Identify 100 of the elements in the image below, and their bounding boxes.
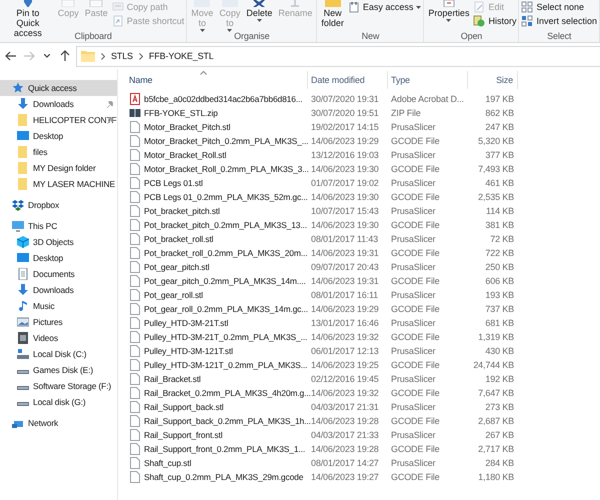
file-name[interactable]: Rail_Support_back.stl — [144, 402, 224, 412]
size-cell: 862 KB — [485, 108, 514, 118]
column-header[interactable]: Size — [468, 71, 518, 89]
size-cell: 2,535 KB — [478, 192, 514, 202]
date-cell: 04/03/2017 21:31 — [311, 402, 379, 412]
size-cell: 24,744 KB — [473, 360, 514, 370]
date-cell: 14/06/2023 19:30 — [311, 192, 379, 202]
date-cell: 08/01/2017 14:27 — [311, 458, 379, 468]
sidebar-item[interactable]: Local disk (G:) — [0, 394, 117, 410]
forward-icon — [23, 51, 35, 61]
size-cell: 5,320 KB — [478, 136, 514, 146]
clipboard-icon — [88, 0, 104, 7]
file-name[interactable]: Motor_Bracket_Roll.stl — [144, 150, 226, 160]
file-icon — [129, 429, 141, 441]
computer-icon — [12, 220, 24, 232]
column-header[interactable]: Type — [388, 71, 468, 89]
file-name[interactable]: PCB Legs 01.stl — [144, 178, 203, 188]
file-name[interactable]: FFB-YOKE_STL.zip — [144, 108, 218, 118]
file-name[interactable]: Pot_bracket_pitch.stl — [144, 206, 220, 216]
sidebar-item[interactable]: Games Disk (E:) — [0, 362, 117, 378]
file-name[interactable]: b5fcbe_a0c02ddbed314ac2b6a7bb6d816... — [144, 94, 302, 104]
file-name[interactable]: Pulley_HTD-3M-21T_0.2mm_PLA_MK3S_... — [144, 332, 308, 342]
file-name[interactable]: Pulley_HTD-3M-121T_0.2mm_PLA_MK3S... — [144, 360, 308, 370]
file-name[interactable]: Pot_bracket_roll_0.2mm_PLA_MK3S_20m... — [144, 248, 308, 258]
folder-icon — [17, 146, 29, 158]
ribbon-button[interactable]: History — [473, 15, 516, 27]
folder-icon — [17, 114, 29, 126]
sidebar-item[interactable]: Software Storage (F:) — [0, 378, 117, 394]
star-icon — [12, 82, 24, 94]
group-label: Open — [460, 31, 482, 41]
breadcrumb-item[interactable]: STLS — [111, 51, 133, 61]
size-cell: 192 KB — [485, 374, 514, 384]
address-bar[interactable]: STLS FFB-YOKE_STL — [76, 46, 600, 66]
size-cell: 1,180 KB — [478, 472, 514, 482]
sidebar-item[interactable]: Network — [0, 415, 117, 431]
file-name[interactable]: Pot_gear_roll_0.2mm_PLA_MK3S_14m.gc... — [144, 304, 308, 314]
file-icon — [129, 219, 141, 231]
sidebar-item[interactable]: Music — [0, 298, 117, 314]
file-name[interactable]: Pot_bracket_pitch_0.2mm_PLA_MK3S_13... — [144, 220, 307, 230]
file-name[interactable]: Shaft_cup.stl — [144, 458, 192, 468]
ribbon-button[interactable]: Invert selection — [521, 15, 597, 27]
file-name[interactable]: Shaft_cup_0.2mm_PLA_MK3S_29m.gcode — [144, 472, 304, 482]
date-cell: 13/12/2016 19:03 — [311, 150, 379, 160]
file-name[interactable]: Rail_Support_front.stl — [144, 430, 222, 440]
file-name[interactable]: PCB Legs 01_0.2mm_PLA_MK3S_52m.gc... — [144, 192, 308, 202]
ribbon-button[interactable]: Select none — [521, 1, 597, 13]
sidebar-item[interactable]: 3D Objects — [0, 234, 117, 250]
file-name[interactable]: Motor_Bracket_Pitch.stl — [144, 122, 230, 132]
desktop-icon — [17, 252, 29, 264]
type-cell: PrusaSlicer — [391, 150, 436, 160]
file-name[interactable]: Pulley_HTD-3M-121T.stl — [144, 346, 233, 356]
file-name[interactable]: Rail_Bracket.stl — [144, 374, 201, 384]
file-name[interactable]: Pot_gear_pitch_0.2mm_PLA_MK3S_14m.... — [144, 276, 306, 286]
sidebar-item[interactable]: Documents — [0, 266, 117, 282]
file-name[interactable]: Pot_gear_roll.stl — [144, 290, 203, 300]
size-cell: 381 KB — [485, 220, 514, 230]
file-name[interactable]: Pot_bracket_roll.stl — [144, 234, 214, 244]
type-cell: ZIP File — [391, 108, 421, 118]
type-cell: GCODE File — [391, 360, 440, 370]
sidebar-item[interactable]: Downloads — [0, 96, 117, 112]
sidebar-item[interactable]: Pictures — [0, 314, 117, 330]
group-label: Select — [547, 31, 572, 41]
sidebar-item[interactable]: Dropbox — [0, 197, 117, 213]
date-cell: 01/07/2017 19:02 — [311, 178, 379, 188]
ribbon-button[interactable]: Easy access — [348, 1, 422, 13]
sidebar-item[interactable]: MY LASER MACHINE — [0, 176, 117, 192]
invert-selection-icon — [521, 15, 534, 27]
type-cell: GCODE File — [391, 248, 440, 258]
file-name[interactable]: Motor_Bracket_Pitch_0.2mm_PLA_MK3S_... — [144, 136, 308, 146]
ribbon-button[interactable]: Pin to Quick access — [2, 0, 54, 38]
file-name[interactable]: Pulley_HTD-3M-21T.stl — [144, 318, 228, 328]
sidebar-item[interactable]: Desktop — [0, 128, 117, 144]
file-icon — [129, 471, 141, 483]
file-name[interactable]: Rail_Bracket_0.2mm_PLA_MK3S_4h20m.g... — [144, 388, 311, 398]
type-cell: PrusaSlicer — [391, 290, 436, 300]
date-cell: 14/06/2023 19:27 — [311, 472, 379, 482]
breadcrumb-item[interactable]: FFB-YOKE_STL — [148, 51, 214, 61]
sidebar-item[interactable]: Desktop — [0, 250, 117, 266]
sidebar-item[interactable]: Quick access — [0, 80, 117, 96]
sidebar-item[interactable]: This PC — [0, 218, 117, 234]
sidebar-item[interactable]: Local Disk (C:) — [0, 346, 117, 362]
column-header[interactable]: Name — [126, 71, 308, 89]
ribbon-button[interactable]: Properties — [426, 0, 472, 22]
file-name[interactable]: Motor_Bracket_Roll_0.2mm_PLA_MK3S_3... — [144, 164, 309, 174]
file-icon — [129, 443, 141, 455]
date-cell: 13/01/2017 16:46 — [311, 318, 379, 328]
file-name[interactable]: Rail_Support_front_0.2mm_PLA_MK3S_1... — [144, 444, 306, 454]
ribbon-button[interactable]: New folder — [319, 0, 346, 28]
sidebar-item[interactable]: files — [0, 144, 117, 160]
sidebar-item[interactable]: Downloads — [0, 282, 117, 298]
sidebar-item[interactable]: Videos — [0, 330, 117, 346]
sidebar-item[interactable]: MY Design folder — [0, 160, 117, 176]
group-label: Organise — [234, 31, 270, 41]
type-cell: PrusaSlicer — [391, 430, 436, 440]
file-name[interactable]: Rail_Support_back_0.2mm_PLA_MK3S_1h... — [144, 416, 311, 426]
size-cell: 2,717 KB — [478, 444, 514, 454]
ribbon-button[interactable]: Delete — [244, 0, 274, 22]
column-header[interactable]: Date modified — [308, 71, 388, 89]
file-name[interactable]: Pot_gear_pitch.stl — [144, 262, 210, 272]
file-icon — [129, 345, 141, 357]
